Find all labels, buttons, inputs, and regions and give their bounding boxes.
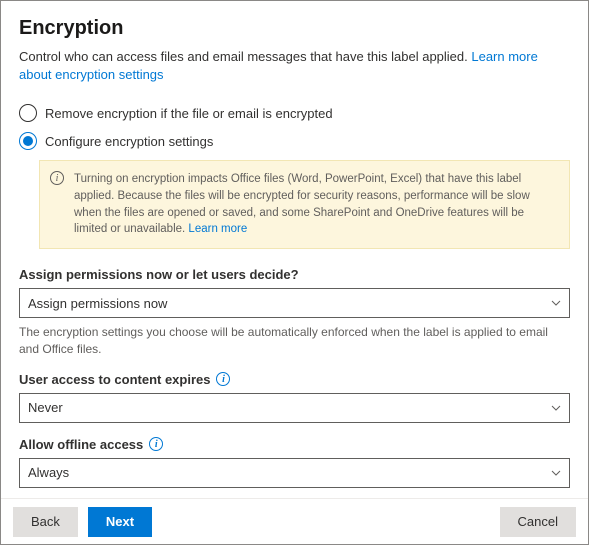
offline-access-dropdown[interactable]: Always (19, 458, 570, 488)
info-icon[interactable]: i (149, 437, 163, 451)
wizard-footer: Back Next Cancel (1, 498, 588, 544)
banner-text: Turning on encryption impacts Office fil… (74, 173, 530, 235)
info-icon: i (50, 171, 64, 185)
expires-dropdown[interactable]: Never (19, 393, 570, 423)
banner-learn-more-link[interactable]: Learn more (188, 223, 247, 235)
radio-label: Remove encryption if the file or email i… (45, 106, 333, 121)
encryption-radio-group: Remove encryption if the file or email i… (19, 104, 570, 150)
dropdown-value: Assign permissions now (28, 296, 167, 311)
dropdown-value: Always (28, 465, 69, 480)
dropdown-value: Never (28, 400, 63, 415)
chevron-down-icon (551, 468, 561, 478)
next-button[interactable]: Next (88, 507, 152, 537)
chevron-down-icon (551, 298, 561, 308)
assign-permissions-label: Assign permissions now or let users deci… (19, 267, 570, 282)
radio-remove-encryption[interactable]: Remove encryption if the file or email i… (19, 104, 570, 122)
chevron-down-icon (551, 403, 561, 413)
offline-access-label: Allow offline access i (19, 437, 570, 452)
radio-label: Configure encryption settings (45, 134, 213, 149)
cancel-button[interactable]: Cancel (500, 507, 576, 537)
encryption-warning-banner: i Turning on encryption impacts Office f… (39, 160, 570, 249)
intro-block: Control who can access files and email m… (19, 48, 570, 84)
back-button[interactable]: Back (13, 507, 78, 537)
radio-icon (19, 104, 37, 122)
radio-configure-encryption[interactable]: Configure encryption settings (19, 132, 570, 150)
assign-permissions-helper: The encryption settings you choose will … (19, 324, 570, 358)
assign-permissions-dropdown[interactable]: Assign permissions now (19, 288, 570, 318)
expires-label: User access to content expires i (19, 372, 570, 387)
radio-icon (19, 132, 37, 150)
info-icon[interactable]: i (216, 372, 230, 386)
intro-text: Control who can access files and email m… (19, 49, 471, 64)
page-title: Encryption (19, 17, 570, 40)
